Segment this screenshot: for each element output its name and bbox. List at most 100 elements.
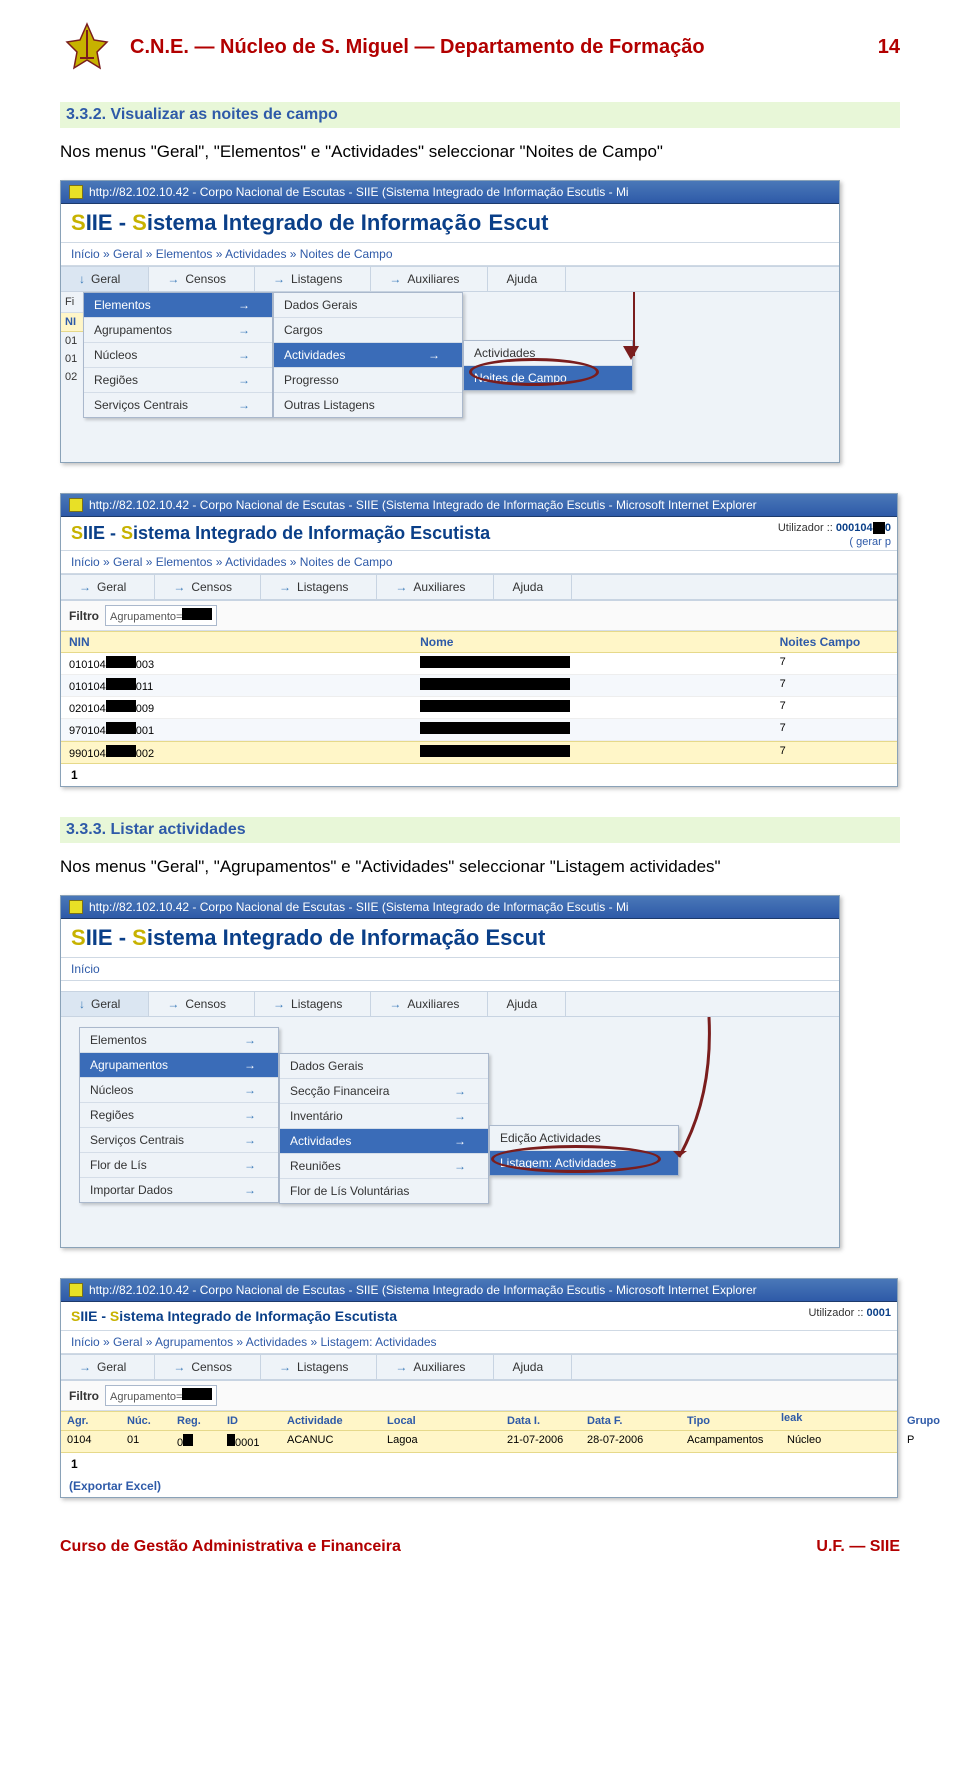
- menuitem-servicos-centrais[interactable]: Serviços Centrais→: [80, 1128, 278, 1153]
- menuitem-noites-de-campo[interactable]: Noites de Campo: [464, 366, 632, 390]
- breadcrumb[interactable]: Início » Geral » Elementos » Actividades…: [61, 242, 839, 266]
- menuitem-actividades[interactable]: Actividades→: [274, 343, 462, 368]
- section-heading-332: 3.3.2. Visualizar as noites de campo: [60, 102, 900, 128]
- col-nin[interactable]: NIN: [61, 632, 412, 652]
- chevron-right-icon: →: [238, 373, 250, 387]
- footer-left: Curso de Gestão Administrativa e Finance…: [60, 1538, 401, 1556]
- dropdown-elementos: Dados Gerais Cargos Actividades→ Progres…: [273, 292, 463, 418]
- table-row[interactable]: 970104001 7: [61, 719, 897, 741]
- menuitem-agrupamentos[interactable]: Agrupamentos→: [80, 1053, 278, 1078]
- menu-ajuda[interactable]: Ajuda: [494, 575, 572, 599]
- menuitem-dados-gerais[interactable]: Dados Gerais: [280, 1054, 488, 1079]
- menu-geral[interactable]: →Geral: [61, 575, 155, 599]
- col-nuc[interactable]: Núc.: [121, 1412, 171, 1430]
- breadcrumb[interactable]: Início: [61, 957, 839, 981]
- table-row[interactable]: 990104002 7: [61, 741, 897, 764]
- col-data-i[interactable]: Data I.: [501, 1412, 581, 1430]
- menuitem-importar-dados[interactable]: Importar Dados→: [80, 1178, 278, 1202]
- doc-footer: Curso de Gestão Administrativa e Finance…: [60, 1538, 900, 1556]
- menu-ajuda[interactable]: Ajuda: [494, 1355, 572, 1379]
- chevron-right-icon: →: [167, 272, 179, 286]
- menuitem-elementos[interactable]: Elementos→: [84, 293, 272, 318]
- screenshot-menu-listagem-actividades: http://82.102.10.42 - Corpo Nacional de …: [60, 895, 840, 1248]
- menuitem-seccao-financeira[interactable]: Secção Financeira→: [280, 1079, 488, 1104]
- filter-row: Filtro Agrupamento=: [61, 601, 897, 631]
- window-titlebar: http://82.102.10.42 - Corpo Nacional de …: [61, 1279, 897, 1302]
- chevron-down-icon: ↓: [79, 272, 85, 286]
- menu-listagens[interactable]: →Listagens: [255, 992, 371, 1016]
- col-id[interactable]: ID: [221, 1412, 281, 1430]
- chevron-right-icon: →: [428, 348, 440, 362]
- menuitem-cargos[interactable]: Cargos: [274, 318, 462, 343]
- menuitem-servicos-centrais[interactable]: Serviços Centrais→: [84, 393, 272, 417]
- table-row[interactable]: 010104011 7: [61, 675, 897, 697]
- menuitem-nucleos[interactable]: Núcleos→: [84, 343, 272, 368]
- menu-auxiliares[interactable]: →Auxiliares: [377, 575, 494, 599]
- menuitem-agrupamentos[interactable]: Agrupamentos→: [84, 318, 272, 343]
- table-row[interactable]: 010104003 7: [61, 653, 897, 675]
- ie-favicon-icon: [69, 185, 83, 199]
- menuitem-edicao-actividades[interactable]: Edição Actividades: [490, 1126, 678, 1151]
- menuitem-listagem-actividades[interactable]: Listagem: Actividades: [490, 1151, 678, 1175]
- row-prefix: 01: [61, 350, 83, 368]
- export-excel-link[interactable]: (Exportar Excel): [61, 1475, 897, 1497]
- chevron-right-icon: →: [238, 348, 250, 362]
- menu-geral[interactable]: ↓Geral: [61, 267, 149, 291]
- col-nome[interactable]: Nome: [412, 632, 771, 652]
- section-heading-333: 3.3.3. Listar actividades: [60, 817, 900, 843]
- menuitem-elementos[interactable]: Elementos→: [80, 1028, 278, 1053]
- menuitem-nucleos[interactable]: Núcleos→: [80, 1078, 278, 1103]
- menu-auxiliares[interactable]: →Auxiliares: [377, 1355, 494, 1379]
- col-actividade[interactable]: Actividade: [281, 1412, 381, 1430]
- menu-ajuda[interactable]: Ajuda: [488, 992, 566, 1016]
- breadcrumb[interactable]: Início » Geral » Elementos » Actividades…: [61, 550, 897, 574]
- menuitem-reunioes[interactable]: Reuniões→: [280, 1154, 488, 1179]
- section-body-332: Nos menus "Geral", "Elementos" e "Activi…: [60, 142, 900, 162]
- pager[interactable]: 1: [61, 764, 897, 786]
- menuitem-progresso[interactable]: Progresso: [274, 368, 462, 393]
- filter-input[interactable]: Agrupamento=: [105, 1385, 217, 1406]
- menuitem-inventario[interactable]: Inventário→: [280, 1104, 488, 1129]
- col-reg[interactable]: Reg.: [171, 1412, 221, 1430]
- filter-label: Filtro: [69, 609, 99, 623]
- menu-censos[interactable]: →Censos: [155, 575, 261, 599]
- menu-geral[interactable]: →Geral: [61, 1355, 155, 1379]
- menu-censos[interactable]: →Censos: [155, 1355, 261, 1379]
- menu-listagens[interactable]: →Listagens: [261, 1355, 377, 1379]
- dropdown-geral: Elementos→ Agrupamentos→ Núcleos→ Regiõe…: [79, 1027, 279, 1203]
- menu-auxiliares[interactable]: →Auxiliares: [371, 992, 488, 1016]
- window-title: http://82.102.10.42 - Corpo Nacional de …: [89, 1283, 757, 1297]
- menuitem-actividades[interactable]: Actividades→: [280, 1129, 488, 1154]
- menuitem-outras-listagens[interactable]: Outras Listagens: [274, 393, 462, 417]
- filter-header: Fi: [61, 292, 83, 313]
- pager[interactable]: 1: [61, 1453, 897, 1475]
- breadcrumb[interactable]: Início » Geral » Agrupamentos » Activida…: [61, 1330, 897, 1354]
- filter-input[interactable]: Agrupamento=: [105, 605, 217, 626]
- col-local[interactable]: Local: [381, 1412, 501, 1430]
- table-row[interactable]: 020104009 7: [61, 697, 897, 719]
- menu-listagens[interactable]: →Listagens: [261, 575, 377, 599]
- menuitem-flor-de-lis[interactable]: Flor de Lís→: [80, 1153, 278, 1178]
- col-tipo[interactable]: Tipo: [681, 1412, 781, 1430]
- menu-censos[interactable]: →Censos: [149, 267, 255, 291]
- menu-ajuda[interactable]: Ajuda: [488, 267, 566, 291]
- gerar-link[interactable]: ( gerar p: [849, 536, 891, 548]
- menu-listagens[interactable]: →Listagens: [255, 267, 371, 291]
- menuitem-actividades-sub[interactable]: Actividades: [464, 341, 632, 366]
- menu-geral[interactable]: ↓Geral: [61, 992, 149, 1016]
- table-row[interactable]: 0104 01 0 0001 ACANUC Lagoa 21-07-2006 2…: [61, 1431, 897, 1453]
- menuitem-regioes[interactable]: Regiões→: [84, 368, 272, 393]
- menu-censos[interactable]: →Censos: [149, 992, 255, 1016]
- col-agr[interactable]: Agr.: [61, 1412, 121, 1430]
- dropdown-actividades: Actividades Noites de Campo: [463, 340, 633, 391]
- col-data-f[interactable]: Data F.: [581, 1412, 681, 1430]
- menuitem-dados-gerais[interactable]: Dados Gerais: [274, 293, 462, 318]
- menuitem-flor-de-lis-voluntarias[interactable]: Flor de Lís Voluntárias: [280, 1179, 488, 1203]
- col-grupo[interactable]: Grupo: [901, 1412, 960, 1430]
- chevron-right-icon: →: [238, 323, 250, 337]
- window-title: http://82.102.10.42 - Corpo Nacional de …: [89, 498, 757, 512]
- menu-auxiliares[interactable]: →Auxiliares: [371, 267, 488, 291]
- user-badge: Utilizador :: 0001: [808, 1306, 891, 1320]
- menuitem-regioes[interactable]: Regiões→: [80, 1103, 278, 1128]
- col-noites[interactable]: Noites Campo: [772, 632, 897, 652]
